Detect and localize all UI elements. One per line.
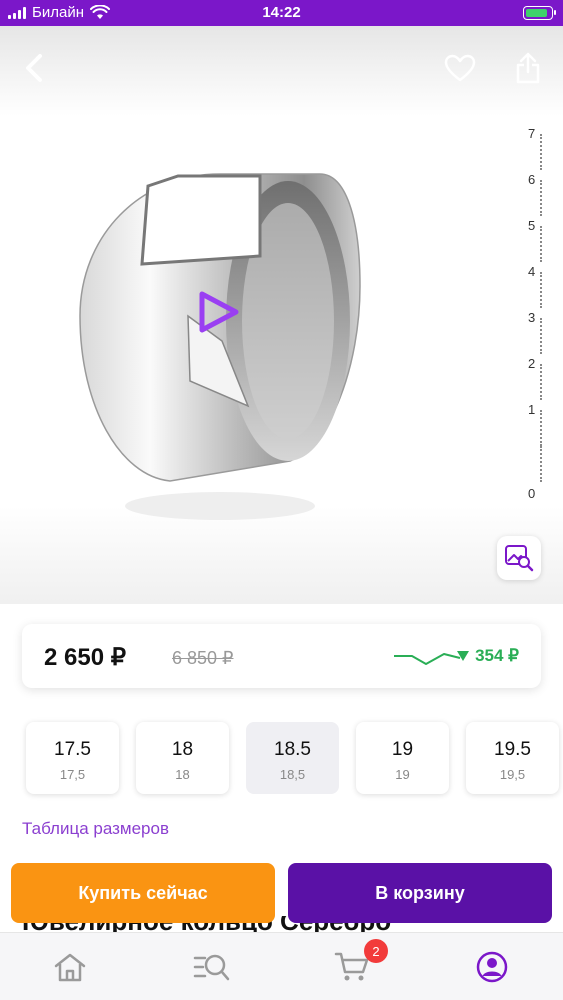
price-drop-value: 354 ₽: [475, 646, 519, 665]
favorite-button[interactable]: [440, 48, 480, 88]
size-sublabel: 17,5: [59, 767, 86, 782]
size-sublabel: 19: [395, 767, 410, 782]
ruler-scale: 7 6 5 4 3 2 1 0: [520, 126, 560, 526]
size-label: 18.5: [274, 739, 311, 760]
size-label: 19.5: [494, 739, 531, 760]
add-to-cart-button[interactable]: В корзину: [288, 863, 552, 923]
battery-fill: [526, 9, 547, 17]
bottom-tab-bar: 2: [0, 932, 563, 1000]
profile-icon: [476, 951, 508, 983]
battery-icon: [523, 6, 556, 20]
product-gallery[interactable]: 7 6 5 4 3 2 1 0: [0, 26, 563, 604]
product-image[interactable]: [60, 156, 370, 531]
scale-label: 0: [528, 486, 536, 501]
scale-dots: [540, 446, 542, 482]
size-sublabel: 19,5: [499, 767, 526, 782]
scale-dots: [540, 226, 542, 262]
cart-badge: 2: [364, 939, 388, 963]
size-label: 19: [391, 739, 414, 760]
size-label: 18: [171, 739, 194, 760]
scale-dots: [540, 272, 542, 308]
chevron-left-icon: [26, 54, 42, 82]
size-sublabel: 18,5: [279, 767, 306, 782]
heart-icon: [444, 54, 476, 82]
size-option[interactable]: 17.5 17,5: [26, 722, 119, 794]
tab-home[interactable]: [50, 949, 90, 985]
size-label: 17.5: [54, 739, 91, 760]
back-button[interactable]: [14, 48, 54, 88]
size-sublabel: 18: [175, 767, 190, 782]
down-arrow-icon: [457, 651, 470, 661]
buy-now-button[interactable]: Купить сейчас: [11, 863, 275, 923]
status-bar: Билайн 14:22: [0, 0, 563, 26]
size-option[interactable]: 18 18: [136, 722, 229, 794]
scale-label: 1: [528, 402, 536, 417]
scale-label: 4: [528, 264, 536, 279]
scale-dots: [540, 364, 542, 400]
old-price: 6 850 ₽: [172, 648, 234, 668]
share-icon: [516, 52, 540, 84]
scale-dots: [540, 180, 542, 216]
scale-label: 7: [528, 126, 536, 141]
status-time: 14:22: [262, 4, 301, 21]
scale-dots: [540, 410, 542, 446]
price-card[interactable]: 2 650 ₽ 6 850 ₽ 354 ₽: [22, 624, 541, 688]
current-price: 2 650 ₽: [44, 644, 126, 671]
size-option-selected[interactable]: 18.5 18,5: [246, 722, 339, 794]
price-trend-sparkline: [394, 653, 461, 665]
scale-dots: [540, 134, 542, 170]
size-option[interactable]: 19.5 19,5: [466, 722, 559, 794]
home-icon: [54, 953, 86, 982]
scale-label: 3: [528, 310, 536, 325]
scale-dots: [540, 318, 542, 354]
visual-search-button[interactable]: [497, 536, 541, 580]
share-button[interactable]: [508, 48, 548, 88]
play-icon[interactable]: [196, 288, 242, 336]
size-selector: 17.5 17,5 18 18 18.5 18,5 19 19 19.5 19,…: [26, 722, 563, 794]
size-table-link[interactable]: Таблица размеров: [22, 819, 169, 839]
size-option[interactable]: 19 19: [356, 722, 449, 794]
catalog-search-icon: [193, 954, 230, 981]
scale-label: 5: [528, 218, 536, 233]
scale-label: 2: [528, 356, 536, 371]
tab-profile[interactable]: [472, 949, 512, 985]
scale-label: 6: [528, 172, 536, 187]
price-drop: 354 ₽: [457, 646, 519, 666]
tab-catalog-search[interactable]: [192, 949, 232, 985]
image-search-icon: [505, 545, 534, 572]
